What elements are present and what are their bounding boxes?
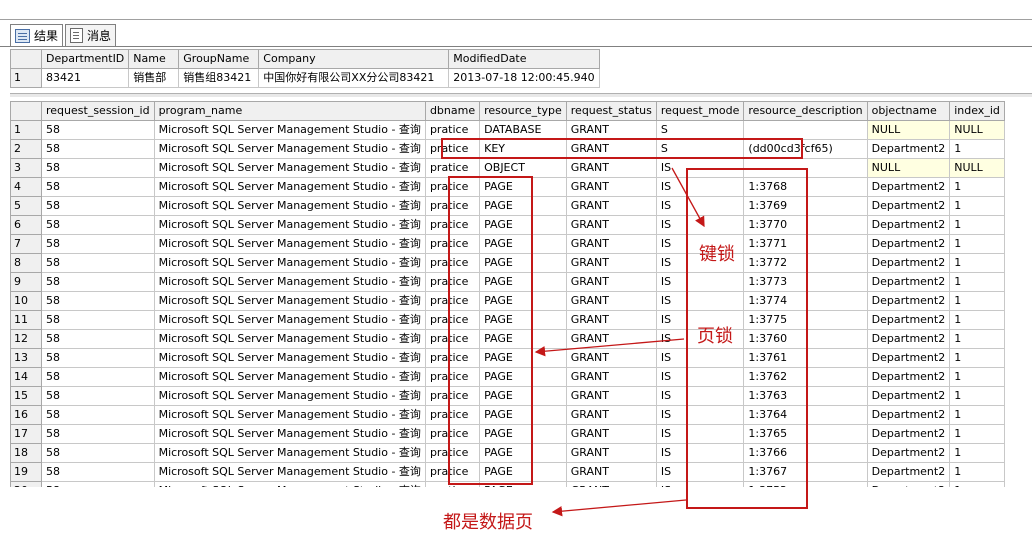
- arrow-to-key-lock: [671, 167, 705, 228]
- arrow-to-data-pages-text: [551, 499, 687, 517]
- annotation-arrows: [534, 167, 705, 517]
- arrow-to-page-column: [534, 338, 685, 357]
